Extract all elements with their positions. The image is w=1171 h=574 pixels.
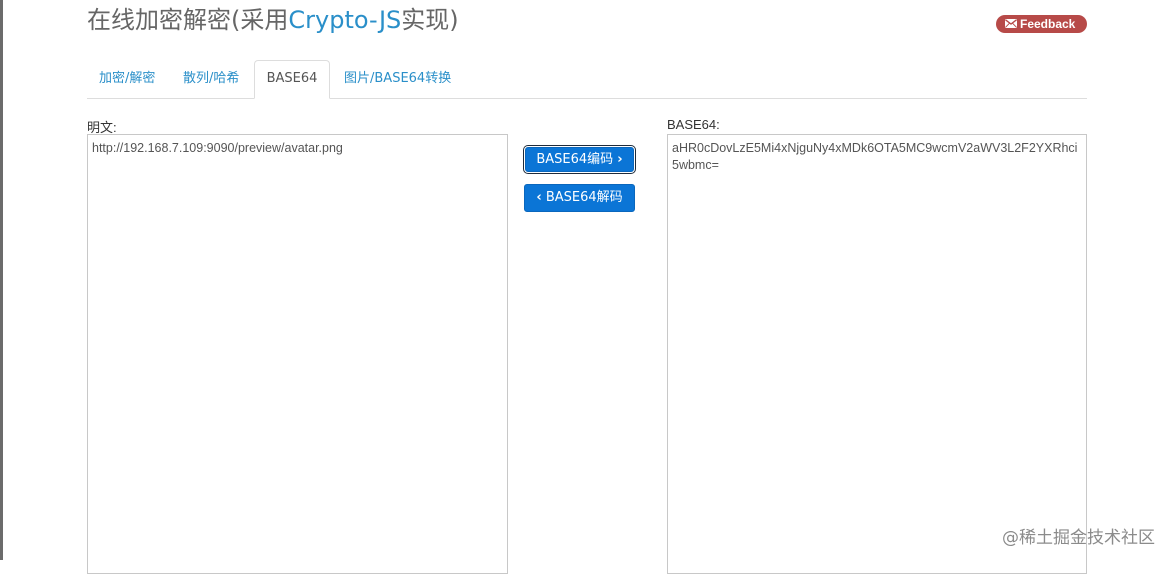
window-left-border: [0, 0, 3, 560]
title-suffix: 实现): [401, 6, 459, 34]
plain-text-input[interactable]: http://192.168.7.109:9090/preview/avatar…: [87, 134, 508, 574]
feedback-button[interactable]: Feedback: [996, 15, 1087, 33]
tab-hash[interactable]: 散列/哈希: [183, 60, 239, 98]
title-prefix: 在线加密解密(采用: [87, 6, 289, 34]
base64-output[interactable]: aHR0cDovLzE5Mi4xNjguNy4xMDk6OTA5MC9wcmV2…: [667, 134, 1087, 574]
tab-base64[interactable]: BASE64: [254, 60, 330, 99]
chevron-right-icon: ›: [617, 152, 623, 167]
tab-bar: 加密/解密 散列/哈希 BASE64 图片/BASE64转换: [87, 60, 1087, 99]
tab-encrypt-decrypt[interactable]: 加密/解密: [99, 60, 155, 98]
encode-label: BASE64编码: [536, 152, 614, 167]
watermark: @稀土掘金技术社区: [1002, 528, 1155, 548]
crypto-js-link[interactable]: Crypto-JS: [288, 6, 401, 34]
page-title: 在线加密解密(采用Crypto-JS实现): [87, 4, 459, 36]
chevron-left-icon: ‹: [536, 190, 542, 205]
tab-image-base64[interactable]: 图片/BASE64转换: [344, 60, 451, 98]
base64-encode-button[interactable]: BASE64编码 ›: [525, 147, 634, 172]
base64-label: BASE64:: [667, 117, 720, 132]
base64-decode-button[interactable]: ‹ BASE64解码: [524, 184, 635, 212]
envelope-icon: [1005, 15, 1017, 33]
decode-label: BASE64解码: [545, 190, 623, 205]
feedback-label: Feedback: [1020, 17, 1076, 31]
